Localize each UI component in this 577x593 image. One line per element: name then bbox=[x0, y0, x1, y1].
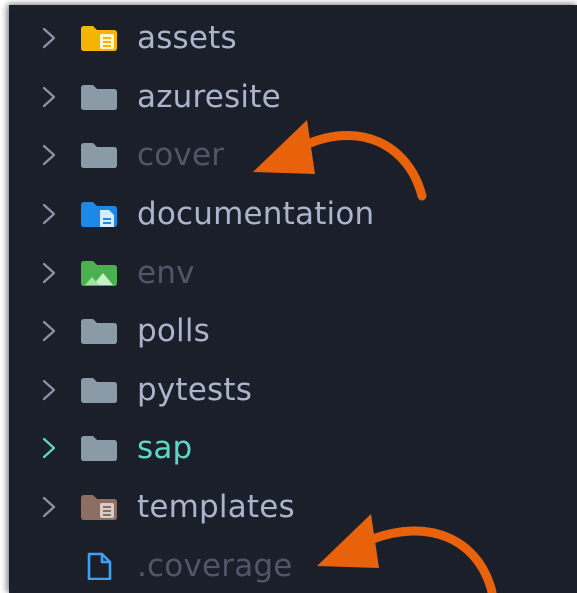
tree-item-label: azuresite bbox=[137, 78, 281, 115]
tree-item[interactable]: assets bbox=[9, 9, 577, 68]
chevron-right-icon[interactable] bbox=[39, 202, 59, 226]
chevron-right-icon[interactable] bbox=[39, 495, 59, 519]
folder-icon bbox=[79, 317, 119, 345]
tree-item[interactable]: azuresite bbox=[9, 68, 577, 127]
folder-icon bbox=[79, 376, 119, 404]
tree-item-label: sap bbox=[137, 430, 193, 467]
tree-item[interactable]: sap bbox=[9, 419, 577, 478]
folder-env-icon bbox=[79, 259, 119, 287]
tree-item-label: env bbox=[137, 254, 195, 291]
tree-item[interactable]: pytests bbox=[9, 361, 577, 420]
folder-docs-icon bbox=[79, 200, 119, 228]
file-tree: assets azuresite cover documentation env po… bbox=[9, 9, 577, 593]
tree-item[interactable]: templates bbox=[9, 478, 577, 537]
chevron-right-icon[interactable] bbox=[39, 378, 59, 402]
tree-item-label: polls bbox=[137, 313, 211, 350]
folder-assets-icon bbox=[79, 24, 119, 52]
chevron-right-icon[interactable] bbox=[39, 26, 59, 50]
tree-item-label: cover bbox=[137, 137, 225, 174]
tree-item[interactable]: documentation bbox=[9, 185, 577, 244]
tree-item[interactable]: .coverage bbox=[9, 536, 577, 593]
tree-item[interactable]: env bbox=[9, 243, 577, 302]
tree-item-label: documentation bbox=[137, 196, 375, 233]
chevron-right-icon[interactable] bbox=[39, 261, 59, 285]
tree-item-label: .coverage bbox=[137, 547, 293, 584]
chevron-right-icon[interactable] bbox=[39, 85, 59, 109]
file-explorer-panel: assets azuresite cover documentation env po… bbox=[9, 5, 577, 593]
folder-templates-icon bbox=[79, 493, 119, 521]
tree-item[interactable]: cover bbox=[9, 126, 577, 185]
chevron-right-icon[interactable] bbox=[39, 436, 59, 460]
tree-item-label: templates bbox=[137, 489, 295, 526]
chevron-right-icon[interactable] bbox=[39, 319, 59, 343]
folder-icon bbox=[79, 434, 119, 462]
tree-item-label: assets bbox=[137, 20, 237, 57]
file-icon bbox=[79, 552, 119, 580]
folder-icon bbox=[79, 83, 119, 111]
tree-item-label: pytests bbox=[137, 371, 253, 408]
chevron-right-icon[interactable] bbox=[39, 143, 59, 167]
folder-icon bbox=[79, 141, 119, 169]
tree-item[interactable]: polls bbox=[9, 302, 577, 361]
